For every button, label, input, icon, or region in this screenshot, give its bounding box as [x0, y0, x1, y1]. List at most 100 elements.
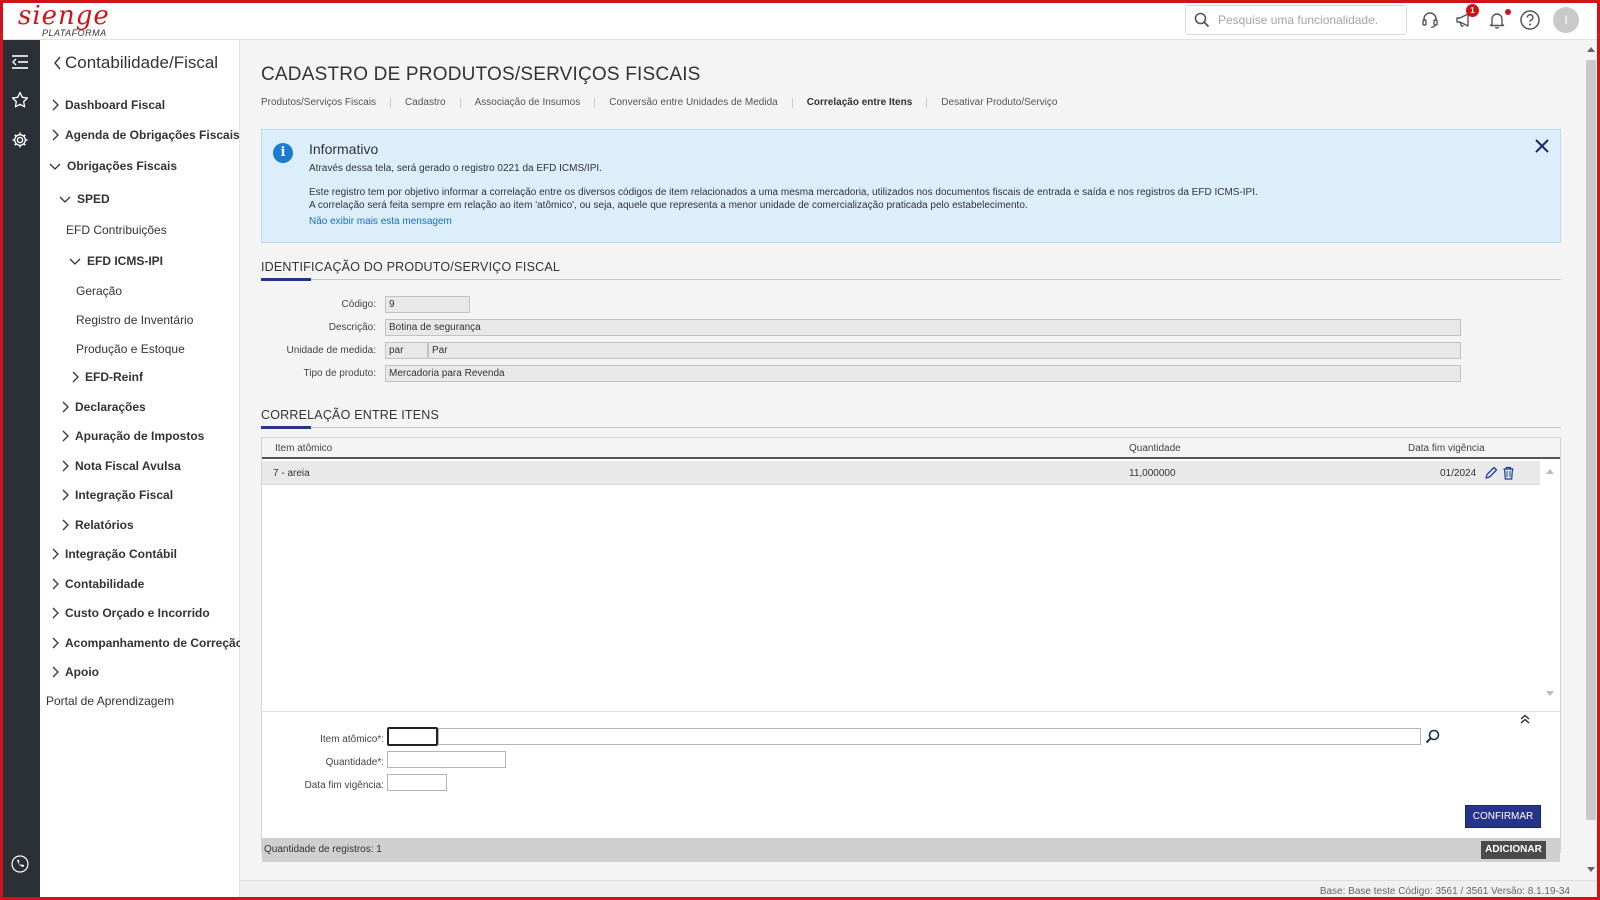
quantidade-label: Quantidade*:: [325, 757, 384, 768]
menu-toggle-icon[interactable]: [8, 50, 32, 74]
main-content: CADASTRO DE PRODUTOS/SERVIÇOS FISCAIS Pr…: [240, 40, 1582, 880]
sidebar-item-label: Custo Orçado e Incorrido: [65, 606, 210, 620]
column-header-quantidade[interactable]: Quantidade: [1129, 443, 1181, 454]
codigo-field: 9: [385, 296, 470, 313]
item-atomico-desc-input[interactable]: [438, 728, 1421, 745]
cell-data-fim: 01/2024: [1440, 468, 1477, 479]
tab-produtos-servicos[interactable]: Produtos/Serviços Fiscais: [261, 98, 390, 108]
star-icon[interactable]: [8, 88, 32, 112]
tab-cadastro[interactable]: Cadastro: [390, 98, 460, 108]
tab-associacao-insumos[interactable]: Associação de Insumos: [459, 98, 595, 108]
sidebar-item-geracao[interactable]: Geração: [76, 284, 122, 298]
data-fim-label: Data fim vigência:: [304, 780, 384, 791]
chevron-right-icon: [52, 548, 59, 560]
scroll-down-icon[interactable]: [1545, 690, 1555, 698]
trash-icon[interactable]: [1502, 466, 1515, 485]
correlation-grid: Item atômico Quantidade Data fim vigênci…: [261, 437, 1561, 862]
scroll-down-icon[interactable]: [1586, 866, 1596, 873]
sidebar-item-relatorios[interactable]: Relatórios: [62, 518, 134, 532]
sidebar-item-nota-fiscal-avulsa[interactable]: Nota Fiscal Avulsa: [62, 459, 181, 473]
sidebar-item-portal-aprendizagem[interactable]: Portal de Aprendizagem: [46, 694, 174, 708]
confirm-button[interactable]: CONFIRMAR: [1465, 805, 1541, 828]
section-divider: [261, 279, 1561, 280]
sidebar-item-sped[interactable]: SPED: [59, 192, 110, 206]
sidebar-item-label: Dashboard Fiscal: [65, 98, 166, 112]
close-icon[interactable]: [1532, 136, 1552, 156]
sidebar-item-producao-estoque[interactable]: Produção e Estoque: [76, 342, 185, 356]
footer: Base: Base teste Código: 3561 / 3561 Ver…: [240, 880, 1600, 900]
tab-conversao-unidades[interactable]: Conversão entre Unidades de Medida: [594, 98, 791, 108]
logo-text: sienge: [18, 1, 110, 31]
sidebar-item-label: Relatórios: [75, 518, 134, 532]
grid-header: Item atômico Quantidade Data fim vigênci…: [262, 438, 1560, 459]
cell-item: 7 - areia: [273, 468, 310, 479]
unidade-desc-field: Par: [428, 342, 1461, 359]
sidebar-back-title[interactable]: Contabilidade/Fiscal: [53, 53, 218, 73]
search-input[interactable]: [1218, 11, 1398, 29]
scroll-thumb[interactable]: [1586, 60, 1596, 820]
sidebar-item-declaracoes[interactable]: Declarações: [62, 400, 146, 414]
sidebar-item-contabilidade[interactable]: Contabilidade: [52, 577, 144, 591]
sidebar-item-acompanhamento-correcao[interactable]: Acompanhamento de Correção: [52, 636, 243, 650]
sidebar-item-efd-contribuicoes[interactable]: EFD Contribuições: [66, 223, 167, 237]
edit-icon[interactable]: [1484, 466, 1498, 485]
grid-scrollbar[interactable]: [1540, 461, 1560, 710]
sidebar-item-integracao-contabil[interactable]: Integração Contábil: [52, 547, 177, 561]
column-header-item[interactable]: Item atômico: [275, 443, 332, 454]
add-button[interactable]: ADICIONAR: [1481, 841, 1546, 859]
chevron-right-icon: [62, 519, 69, 531]
sienge-logo[interactable]: sienge PLATAFORMA: [18, 2, 128, 38]
sidebar-item-efd-reinf[interactable]: EFD-Reinf: [72, 370, 143, 384]
identification-section-title: IDENTIFICAÇÃO DO PRODUTO/SERVIÇO FISCAL: [261, 260, 561, 274]
cell-quantidade: 11,000000: [1129, 468, 1176, 479]
sidebar-item-label: SPED: [77, 192, 110, 206]
sidebar-item-label: Portal de Aprendizagem: [46, 694, 175, 708]
unidade-code-field: par: [385, 342, 428, 359]
sidebar-item-label: Acompanhamento de Correção: [65, 636, 244, 650]
page-scrollbar[interactable]: [1582, 40, 1600, 880]
data-fim-input[interactable]: [387, 774, 447, 791]
chevron-left-icon: [54, 56, 61, 70]
logo-subtitle: PLATAFORMA: [42, 28, 107, 38]
chevron-down-icon: [59, 196, 71, 203]
codigo-label: Código:: [341, 299, 376, 310]
info-banner: i Informativo Através dessa tela, será g…: [261, 129, 1561, 243]
chevron-right-icon: [52, 99, 59, 111]
sidebar-item-label: Agenda de Obrigações Fiscais: [65, 128, 240, 142]
sidebar-item-label: Integração Contábil: [65, 547, 178, 561]
scroll-up-icon[interactable]: [1545, 467, 1555, 475]
sidebar-item-agenda-obrigacoes[interactable]: Agenda de Obrigações Fiscais: [52, 128, 240, 142]
column-header-data-fim[interactable]: Data fim vigência: [1408, 443, 1485, 454]
sidebar-item-label: Apoio: [65, 665, 99, 679]
item-atomico-code-input[interactable]: [387, 727, 438, 746]
headset-icon[interactable]: [1418, 8, 1442, 32]
collapse-icon[interactable]: [1520, 714, 1530, 724]
top-bar: sienge PLATAFORMA 1 I: [0, 0, 1600, 40]
sidebar-item-apoio[interactable]: Apoio: [52, 665, 99, 679]
sidebar-item-custo-orcado[interactable]: Custo Orçado e Incorrido: [52, 606, 210, 620]
chevron-right-icon: [52, 607, 59, 619]
version-info: Base: Base teste Código: 3561 / 3561 Ver…: [1319, 886, 1570, 897]
notification-badge: 1: [1466, 4, 1479, 17]
sidebar-item-apuracao-impostos[interactable]: Apuração de Impostos: [62, 429, 204, 443]
sidebar-item-dashboard-fiscal[interactable]: Dashboard Fiscal: [52, 98, 165, 112]
tab-bar: Produtos/Serviços Fiscais Cadastro Assoc…: [261, 98, 1071, 108]
tab-correlacao-itens[interactable]: Correlação entre Itens: [791, 98, 927, 108]
sidebar-item-integracao-fiscal[interactable]: Integração Fiscal: [62, 488, 173, 502]
search-box[interactable]: [1185, 5, 1407, 35]
gear-icon[interactable]: [8, 128, 32, 152]
lookup-search-icon[interactable]: [1425, 729, 1440, 749]
quantidade-input[interactable]: [387, 751, 506, 768]
tab-desativar-produto[interactable]: Desativar Produto/Serviço: [926, 98, 1071, 108]
sidebar-item-label: Declarações: [75, 400, 146, 414]
phone-icon[interactable]: [8, 852, 32, 876]
scroll-up-icon[interactable]: [1586, 46, 1596, 53]
help-icon[interactable]: [1518, 8, 1542, 32]
table-row[interactable]: 7 - areia 11,000000 01/2024: [262, 461, 1540, 485]
user-avatar[interactable]: I: [1553, 7, 1579, 33]
sidebar-item-efd-icms-ipi[interactable]: EFD ICMS-IPI: [69, 254, 163, 268]
sidebar-item-registro-inventario[interactable]: Registro de Inventário: [76, 313, 193, 327]
dismiss-message-link[interactable]: Não exibir mais esta mensagem: [309, 216, 452, 227]
sidebar-item-label: Registro de Inventário: [76, 313, 194, 327]
sidebar-item-obrigacoes-fiscais[interactable]: Obrigações Fiscais: [49, 159, 177, 173]
